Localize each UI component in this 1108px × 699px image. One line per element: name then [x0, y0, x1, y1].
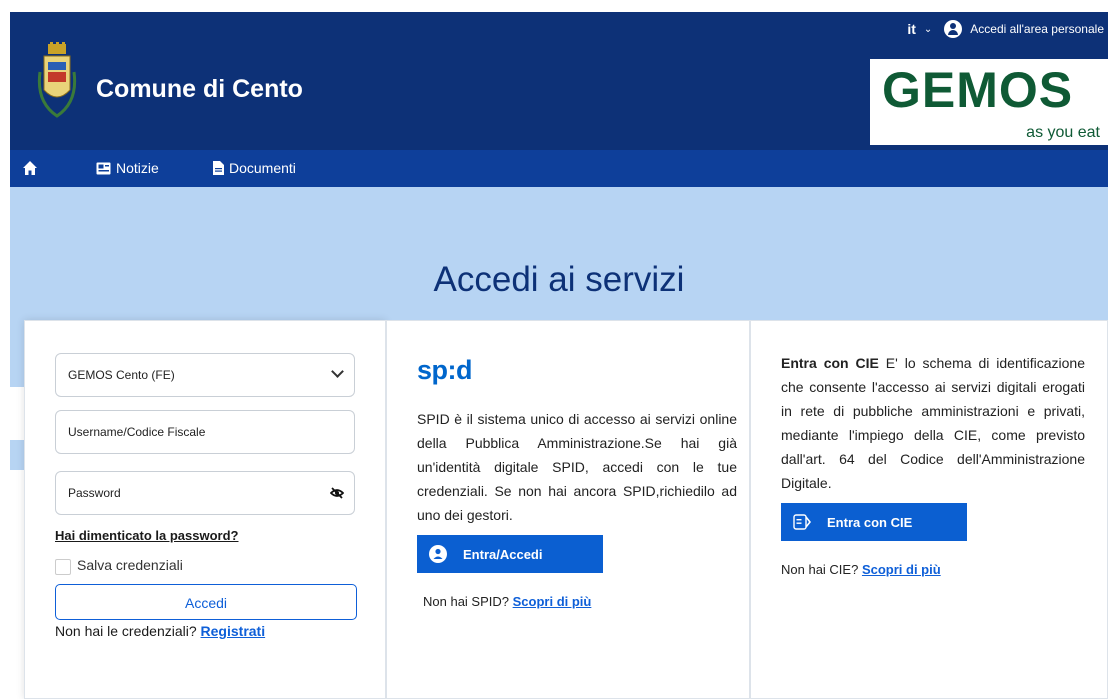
entity-select-value: GEMOS Cento (FE)	[68, 368, 175, 382]
save-credentials-label: Salva credenziali	[77, 557, 183, 573]
home-icon[interactable]	[22, 160, 38, 176]
password-placeholder: Password	[68, 486, 121, 500]
nav-item-documenti[interactable]: Documenti	[213, 160, 296, 176]
login-button[interactable]: Accedi	[55, 584, 357, 620]
spid-description: SPID è il sistema unico di accesso ai se…	[417, 411, 737, 523]
spid-login-button[interactable]: Entra/Accedi	[417, 535, 603, 573]
nav-item-label: Notizie	[116, 160, 159, 176]
cie-info: Non hai CIE? Scopri di più	[781, 562, 941, 577]
spid-panel: sp:d SPID è il sistema unico di accesso …	[386, 320, 750, 699]
spid-info: Non hai SPID? Scopri di più	[423, 594, 591, 609]
chevron-down-icon[interactable]: ⌄	[924, 24, 932, 35]
document-icon	[213, 161, 224, 175]
cie-more-link[interactable]: Scopri di più	[862, 562, 941, 577]
cie-description-block: Entra con CIE E' lo schema di identifica…	[781, 351, 1085, 495]
logo-wordmark: GEMOS	[882, 62, 1074, 118]
personal-area-link[interactable]: Accedi all'area personale	[970, 22, 1104, 36]
newspaper-icon	[96, 162, 111, 174]
nav-item-notizie[interactable]: Notizie	[96, 160, 159, 176]
username-placeholder: Username/Codice Fiscale	[68, 425, 206, 439]
register-link[interactable]: Registrati	[201, 623, 266, 639]
spid-no-text: Non hai SPID?	[423, 594, 509, 609]
username-field[interactable]: Username/Codice Fiscale	[55, 410, 355, 454]
city-crest-icon	[37, 42, 77, 118]
cie-description: E' lo schema di identificazione che cons…	[781, 355, 1086, 491]
forgot-password-link[interactable]: Hai dimenticato la password?	[55, 528, 239, 543]
page-margin	[0, 0, 10, 699]
spid-user-icon	[429, 545, 447, 563]
site-header: it ⌄ Accedi all'area personale Comune di…	[10, 12, 1108, 150]
nav-item-label: Documenti	[229, 160, 296, 176]
register-prompt: Non hai le credenziali? Registrati	[55, 623, 265, 639]
cie-title: Entra con CIE	[781, 355, 879, 371]
page-title: Accedi ai servizi	[433, 260, 685, 299]
chevron-down-icon	[331, 365, 344, 378]
top-bar: it ⌄ Accedi all'area personale	[907, 20, 1104, 38]
eye-slash-icon[interactable]	[330, 486, 344, 500]
cie-login-button[interactable]: Entra con CIE	[781, 503, 967, 541]
cie-id-icon	[793, 514, 811, 530]
password-field[interactable]: Password	[55, 471, 355, 515]
main-nav: Notizie Documenti	[10, 150, 1108, 187]
cie-button-label: Entra con CIE	[827, 514, 913, 530]
cie-no-text: Non hai CIE?	[781, 562, 859, 577]
gemos-logo[interactable]: GEMOS as you eat	[870, 59, 1108, 145]
spid-logo: sp:d	[417, 355, 473, 385]
cie-panel: Entra con CIE E' lo schema di identifica…	[750, 320, 1108, 699]
no-credentials-text: Non hai le credenziali?	[55, 623, 197, 639]
save-credentials-checkbox[interactable]	[55, 559, 71, 575]
spid-more-link[interactable]: Scopri di più	[513, 594, 592, 609]
site-title[interactable]: Comune di Cento	[96, 75, 303, 104]
language-selector[interactable]: it	[907, 21, 916, 37]
logo-tagline: as you eat	[1026, 124, 1100, 141]
spid-button-label: Entra/Accedi	[463, 546, 543, 562]
entity-select[interactable]: GEMOS Cento (FE)	[55, 353, 355, 397]
user-icon[interactable]	[944, 20, 963, 38]
login-panel: GEMOS Cento (FE) Username/Codice Fiscale…	[24, 320, 386, 699]
